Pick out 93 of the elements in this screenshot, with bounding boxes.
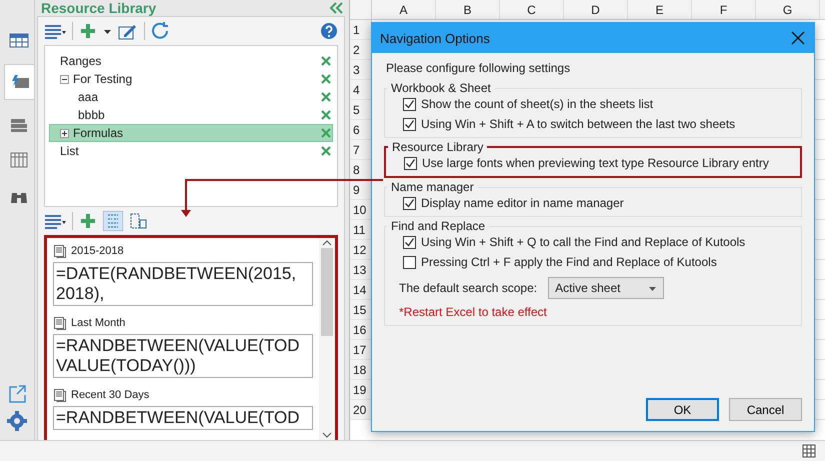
column-header[interactable]: C	[500, 0, 564, 19]
row-header[interactable]: 13	[350, 260, 372, 279]
edit-icon[interactable]	[118, 22, 138, 40]
formula-preview: =DATE(RANDBETWEEN(2015, 2018),	[53, 262, 313, 306]
add-icon[interactable]	[79, 22, 97, 40]
checkbox[interactable]	[403, 98, 416, 110]
checkbox-label: Display name editor in name manager	[421, 196, 624, 210]
column-header[interactable]: G	[756, 0, 820, 19]
tree-item[interactable]: bbbb	[49, 106, 333, 124]
row-header[interactable]: 18	[350, 360, 372, 379]
entry-title: Recent 30 Days	[71, 389, 150, 401]
column-header[interactable]: D	[564, 0, 628, 19]
scrollbar-thumb[interactable]	[321, 248, 333, 336]
column-header[interactable]: A	[372, 0, 436, 19]
wrap-text-icon[interactable]	[103, 211, 123, 231]
collapse-icon[interactable]	[60, 74, 69, 84]
table-icon[interactable]	[9, 31, 29, 49]
row-header[interactable]: 19	[350, 380, 372, 399]
tree-item[interactable]: Formulas	[49, 124, 333, 142]
document-icon	[53, 243, 67, 259]
row-header[interactable]: 20	[350, 400, 372, 419]
checkbox[interactable]	[404, 156, 417, 170]
dialog-button[interactable]: Cancel	[729, 398, 802, 421]
dialog-button[interactable]: OK	[646, 398, 719, 421]
refresh-icon[interactable]	[151, 21, 171, 41]
row-header[interactable]: 5	[350, 100, 372, 119]
row-header[interactable]: 16	[350, 320, 372, 339]
expand-icon[interactable]	[60, 128, 69, 138]
checkbox[interactable]	[403, 236, 416, 248]
row-header[interactable]: 8	[350, 160, 372, 179]
group-title: Resource Library	[391, 140, 484, 154]
delete-icon[interactable]	[320, 145, 332, 157]
document-icon	[53, 387, 67, 403]
group-title: Workbook & Sheet	[390, 81, 492, 95]
delete-icon[interactable]	[320, 91, 332, 103]
scroll-down-icon[interactable]	[321, 430, 333, 440]
row-header[interactable]: 2	[350, 40, 372, 59]
preview-icon[interactable]	[129, 211, 149, 231]
delete-icon[interactable]	[320, 55, 332, 67]
field-label: The default search scope:	[399, 281, 538, 295]
external-link-icon[interactable]	[7, 384, 27, 404]
tree-item[interactable]: Ranges	[49, 52, 333, 70]
checkbox-label: Using Win + Shift + Q to call the Find and Replace of Kutools	[421, 235, 746, 249]
normal-view-icon[interactable]	[801, 443, 817, 459]
collapse-panel-icon[interactable]	[329, 1, 343, 15]
help-icon[interactable]	[320, 22, 338, 40]
panel-title: Resource Library	[41, 0, 156, 16]
scroll-up-icon[interactable]	[321, 238, 333, 248]
row-header[interactable]: 15	[350, 300, 372, 319]
row-header[interactable]: 10	[350, 200, 372, 219]
checkbox[interactable]	[403, 118, 416, 130]
row-header[interactable]: 4	[350, 80, 372, 99]
checkbox-label: Show the count of sheet(s) in the sheets list	[421, 97, 654, 111]
settings-icon[interactable]	[6, 410, 28, 432]
library-icon[interactable]	[10, 73, 30, 91]
entry-title: Last Month	[71, 317, 126, 329]
row-header[interactable]: 1	[350, 20, 372, 39]
formula-preview: =RANDBETWEEN(VALUE(TOD	[53, 406, 313, 430]
restart-note: *Restart Excel to take effect	[399, 305, 548, 319]
group-title: Find and Replace	[390, 219, 486, 233]
list-menu-icon[interactable]	[44, 212, 66, 230]
column-header[interactable]: B	[436, 0, 500, 19]
checkbox[interactable]	[403, 196, 416, 210]
formula-preview: =RANDBETWEEN(VALUE(TOD VALUE(TODAY()))	[53, 334, 313, 378]
checkbox[interactable]	[403, 256, 416, 268]
intro-text: Please configure following settings	[386, 61, 572, 75]
dialog-title: Navigation Options	[380, 30, 490, 46]
tree-item[interactable]: aaa	[49, 88, 333, 106]
checkbox-label: Use large fonts when previewing text type Resource Library entry	[422, 156, 769, 170]
scope-dropdown[interactable]: Active sheet	[548, 277, 664, 299]
tree-item[interactable]: For Testing	[49, 70, 333, 88]
list-menu-icon[interactable]	[44, 22, 66, 40]
row-header[interactable]: 7	[350, 140, 372, 159]
checkbox-label: Using Win + Shift + A to switch between the last two sheets	[421, 117, 736, 131]
delete-icon[interactable]	[320, 109, 332, 121]
group-title: Name manager	[390, 180, 475, 194]
row-header[interactable]: 17	[350, 340, 372, 359]
row-header[interactable]: 12	[350, 240, 372, 259]
row-header[interactable]: 14	[350, 280, 372, 299]
row-header[interactable]: 6	[350, 120, 372, 139]
columns-icon[interactable]	[9, 151, 29, 169]
add-icon[interactable]	[79, 212, 97, 230]
tree-item[interactable]: List	[49, 142, 333, 160]
row-header[interactable]: 3	[350, 60, 372, 79]
row-header[interactable]: 9	[350, 180, 372, 199]
column-header[interactable]: E	[628, 0, 692, 19]
delete-icon[interactable]	[320, 73, 332, 85]
entry-title: 2015-2018	[71, 245, 124, 257]
row-header[interactable]: 11	[350, 220, 372, 239]
document-icon	[53, 315, 67, 331]
close-icon[interactable]	[790, 30, 806, 46]
column-header[interactable]: F	[692, 0, 756, 19]
checkbox-label: Pressing Ctrl + F apply the Find and Replace of Kutools	[421, 255, 717, 269]
